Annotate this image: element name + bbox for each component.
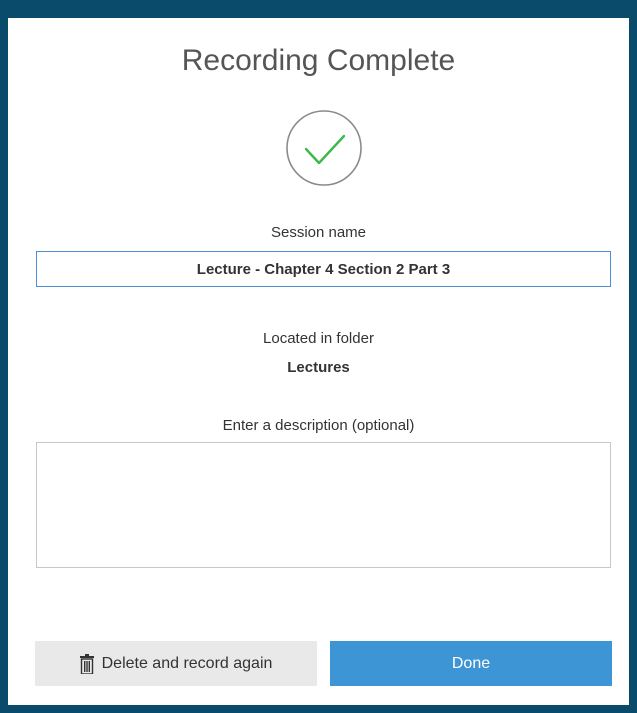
session-name-input[interactable] [36,251,611,287]
folder-label: Located in folder [263,330,374,347]
description-label: Enter a description (optional) [222,417,415,434]
checkmark-circle-icon [286,110,362,186]
done-button[interactable]: Done [330,641,612,686]
session-name-label: Session name [270,224,367,241]
description-textarea[interactable] [36,442,611,568]
recording-complete-dialog: Recording Complete Session name Located … [8,18,629,705]
folder-name: Lectures [287,359,350,376]
window-title-strip [0,0,637,18]
dialog-title: Recording Complete [181,44,456,77]
trash-icon [79,653,94,674]
delete-button-label: Delete and record again [101,654,273,672]
delete-and-record-again-button[interactable]: Delete and record again [35,641,317,686]
